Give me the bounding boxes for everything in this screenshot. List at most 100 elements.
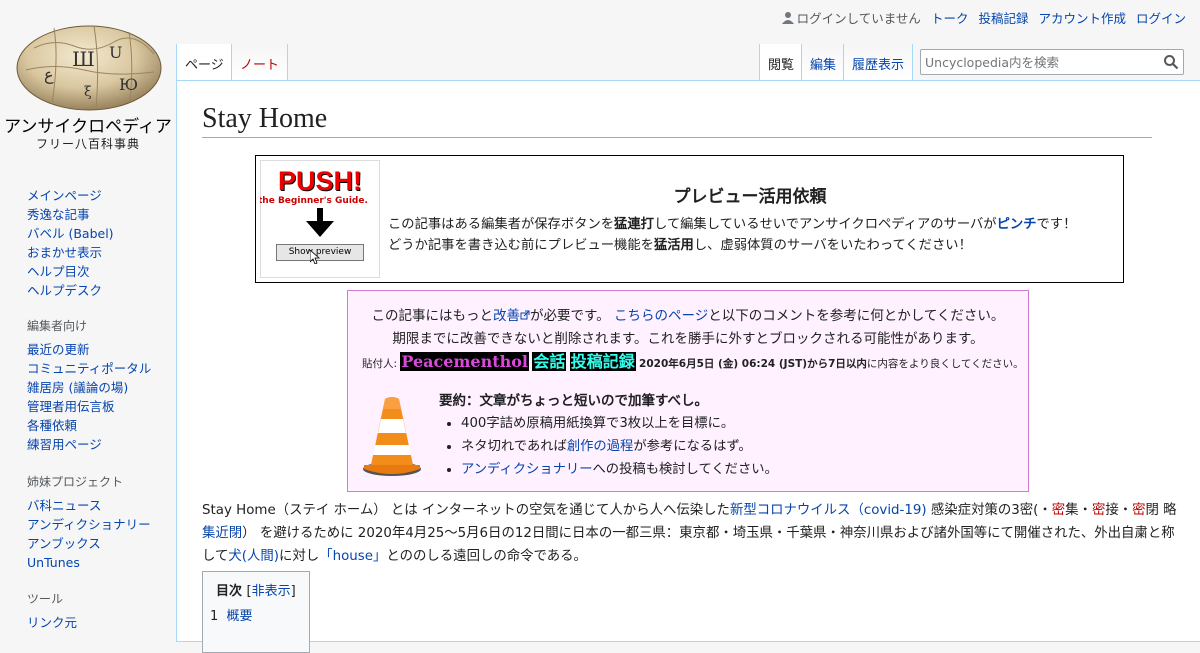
sidebar-heading-sister: 姉妹プロジェクト xyxy=(27,475,124,489)
search-icon[interactable] xyxy=(1163,54,1179,70)
site-logo[interactable]: Ш U ع Ю ξ アンサイクロペディア フリー八百科事典 xyxy=(0,0,176,160)
house-link[interactable]: 「house」 xyxy=(319,549,386,564)
improve-text: この記事にはもっと xyxy=(371,308,494,324)
improve-text: が必要です。 xyxy=(530,308,610,324)
sidebar-item-help-desk[interactable]: ヘルプデスク xyxy=(27,283,102,298)
main-content: Stay Home PUSH! the Beginner's Guide. Sh… xyxy=(176,80,1200,653)
sidebar-item-news[interactable]: バ科ニュース xyxy=(27,498,101,513)
toc-item-number: 1 xyxy=(210,609,219,624)
sidebar-item-community-portal[interactable]: コミュニティポータル xyxy=(27,361,151,376)
down-arrow-icon xyxy=(306,208,334,237)
body-text: Stay Home（ステイ ホーム） とは インターネットの空気を通じて人から人… xyxy=(202,503,730,518)
kinheki-link[interactable]: 集近閉 xyxy=(202,526,242,541)
search-input[interactable] xyxy=(921,50,1159,74)
improve-notice-line2: 期限までに改善できないと削除されます。これを勝手に外すとブロックされる可能性があ… xyxy=(392,331,984,347)
toc-title: 目次 [非表示] xyxy=(216,580,296,599)
toc-item[interactable]: 1 概要 xyxy=(210,605,253,624)
svg-text:Ш: Ш xyxy=(72,47,95,71)
summary-list: 400字詰め原稿用紙換算で3枚以上を目標に。 ネタ切れであれば創作の過程が参考に… xyxy=(439,412,778,481)
mitsu-link[interactable]: 密 xyxy=(1092,503,1105,518)
covid-link[interactable]: 新型コロナウイルス（covid-19) xyxy=(730,503,927,518)
summary-title: 要約：文章がちょっと短いので加筆すべし。 xyxy=(439,393,709,409)
preview-text: し、虚弱体質のサーバをいたわってください！ xyxy=(693,238,972,253)
poster-tail: に内容をより良くしてください。 xyxy=(866,358,1024,370)
pinch-link[interactable]: ピンチ xyxy=(997,217,1037,232)
show-preview-button-image: Show preview xyxy=(276,244,364,261)
not-logged-in-label: ログインしていません xyxy=(796,11,921,26)
improve-notice-line1: この記事にはもっと改善 が必要です。 こちらのページと以下のコメントを参考に何とか… xyxy=(348,304,1028,324)
sidebar-sister-projects: 姉妹プロジェクト バ科ニュース アンディクショナリー アンブックス UnTune… xyxy=(27,473,175,572)
sidebar-item-help-index[interactable]: ヘルプ目次 xyxy=(27,264,90,279)
undictionary-link[interactable]: アンディクショナリー xyxy=(461,462,593,477)
sidebar-item-main-page[interactable]: メインページ xyxy=(27,188,102,203)
tab-note[interactable]: ノート xyxy=(231,44,289,80)
search-box xyxy=(920,49,1184,75)
svg-text:ع: ع xyxy=(44,65,54,84)
improvement-notice: この記事にはもっと改善 が必要です。 こちらのページと以下のコメントを参考に何とか… xyxy=(347,290,1029,492)
mitsu-link[interactable]: 密 xyxy=(1132,503,1145,518)
personal-talk-link[interactable]: トーク xyxy=(931,8,969,27)
improve-text: と以下のコメントを参考に何とかしてください。 xyxy=(708,308,1005,324)
sidebar-item-babel[interactable]: バベル (Babel) xyxy=(27,226,114,241)
login-link[interactable]: ログイン xyxy=(1136,8,1186,27)
summary-item: ネタ切れであれば創作の過程が参考になるはず。 xyxy=(461,435,778,458)
show-preview-label: Show preview xyxy=(288,247,352,257)
site-tagline: フリー八百科事典 xyxy=(35,137,140,151)
preview-notice-title: プレビュー活用依頼 xyxy=(673,187,827,207)
dog-human-link[interactable]: 犬(人間) xyxy=(228,549,279,564)
preview-notice-body: この記事はある編集者が保存ボタンを猛連打して編集しているせいでアンサイクロペディ… xyxy=(388,214,1118,256)
sidebar-item-untunes[interactable]: UnTunes xyxy=(27,555,80,570)
body-text: とののしる遠回しの命令である。 xyxy=(386,549,587,564)
body-text: 閉 略 xyxy=(1145,503,1177,518)
poster-contribs-link[interactable]: 投稿記録 xyxy=(569,352,636,371)
sidebar-heading-tools: ツール xyxy=(27,592,64,606)
sidebar-item-sandbox[interactable]: 練習用ページ xyxy=(27,437,102,452)
poster-name-link[interactable]: Peacementhol xyxy=(400,352,529,371)
sidebar-heading-editors: 編集者向け xyxy=(27,319,88,333)
wiki-globe-logo: Ш U ع Ю ξ xyxy=(16,25,162,111)
body-text: 接・ xyxy=(1105,503,1133,518)
mitsu-link[interactable]: 密 xyxy=(1052,503,1065,518)
site-name: アンサイクロペディア xyxy=(4,117,172,137)
toc-toggle: [非表示] xyxy=(246,584,296,599)
sidebar-item-village-pump[interactable]: 雑居房 (議論の場) xyxy=(27,380,128,395)
sidebar-item-unbooks[interactable]: アンブックス xyxy=(27,536,101,551)
body-text: 集・ xyxy=(1065,503,1092,518)
summary-item: アンディクショナリーへの投稿も検討してください。 xyxy=(461,458,778,481)
push-preview-image[interactable]: PUSH! the Beginner's Guide. Show preview xyxy=(260,160,380,278)
sidebar-item-featured[interactable]: 秀逸な記事 xyxy=(27,207,90,222)
preview-text: どうか記事を書き込む前にプレビュー機能を xyxy=(388,238,654,253)
summary-text: 400字詰め原稿用紙換算で3枚以上を目標に。 xyxy=(461,416,735,431)
sidebar-tools: ツール リンク元 xyxy=(27,590,175,632)
sidebar-item-recent-changes[interactable]: 最近の更新 xyxy=(27,342,90,357)
body-text: 感染症対策の3密(・ xyxy=(926,503,1052,518)
this-page-link[interactable]: こちらのページ xyxy=(614,308,708,324)
create-account-link[interactable]: アカウント作成 xyxy=(1038,8,1126,27)
toc-item-label[interactable]: 概要 xyxy=(227,609,253,624)
preview-text: して編集しているせいでアンサイクロペディアのサーバが xyxy=(653,217,997,232)
svg-text:U: U xyxy=(109,43,122,62)
sidebar-item-what-links-here[interactable]: リンク元 xyxy=(27,615,77,630)
improve-link[interactable]: 改善 xyxy=(493,308,520,324)
svg-text:Ю: Ю xyxy=(119,75,138,94)
tab-edit[interactable]: 編集 xyxy=(801,44,845,80)
tab-history-label: 履歴表示 xyxy=(852,58,905,73)
summary-item: 400字詰め原稿用紙換算で3枚以上を目標に。 xyxy=(461,412,778,435)
creation-process-link[interactable]: 創作の過程 xyxy=(567,439,633,454)
tab-view[interactable]: 閲覧 xyxy=(759,44,803,80)
sidebar-item-random[interactable]: おまかせ表示 xyxy=(27,245,102,260)
tab-view-label: 閲覧 xyxy=(768,58,795,73)
toc-hide-link[interactable]: 非表示 xyxy=(252,584,291,599)
poster-talk-link[interactable]: 会話 xyxy=(532,352,567,371)
tab-page[interactable]: ページ xyxy=(176,44,232,80)
tab-edit-label: 編集 xyxy=(810,58,837,73)
preview-text: この記事はある編集者が保存ボタンを xyxy=(388,217,615,232)
sidebar-item-admin-board[interactable]: 管理者用伝言板 xyxy=(27,399,115,414)
toc-title-text: 目次 xyxy=(216,584,243,599)
mouse-cursor-icon xyxy=(310,250,320,264)
tab-history[interactable]: 履歴表示 xyxy=(843,44,914,80)
sidebar-item-undictionary[interactable]: アンディクショナリー xyxy=(27,517,151,532)
push-text: PUSH! xyxy=(278,166,363,196)
sidebar-item-requests[interactable]: 各種依頼 xyxy=(27,418,77,433)
personal-contributions-link[interactable]: 投稿記録 xyxy=(978,8,1028,27)
